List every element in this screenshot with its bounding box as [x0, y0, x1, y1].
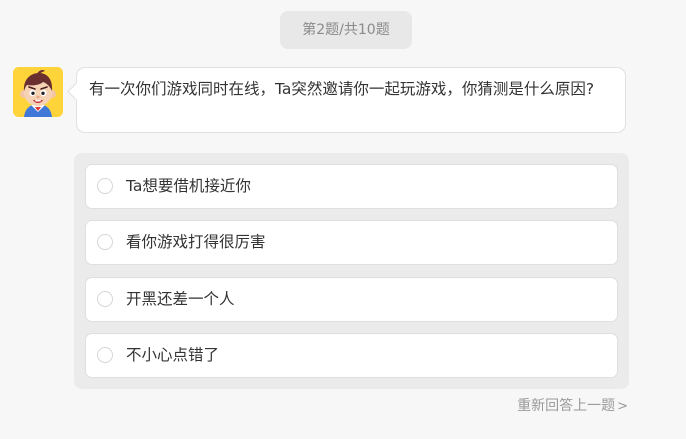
cartoon-boy-avatar-icon: [13, 67, 63, 117]
option-3[interactable]: 开黑还差一个人: [85, 277, 618, 322]
option-label: 不小心点错了: [126, 346, 220, 364]
question-progress-badge: 第2题/共10题: [280, 11, 412, 49]
options-panel: Ta想要借机接近你 看你游戏打得很厉害 开黑还差一个人 不小心点错了: [74, 153, 629, 389]
option-1[interactable]: Ta想要借机接近你: [85, 164, 618, 209]
question-text: 有一次你们游戏同时在线，Ta突然邀请你一起玩游戏，你猜测是什么原因?: [89, 80, 595, 98]
radio-circle-icon[interactable]: [97, 347, 113, 363]
radio-circle-icon[interactable]: [97, 234, 113, 250]
radio-circle-icon[interactable]: [97, 291, 113, 307]
redo-previous-question-link[interactable]: 重新回答上一题 >: [517, 397, 628, 416]
option-label: 开黑还差一个人: [126, 290, 235, 308]
option-label: 看你游戏打得很厉害: [126, 233, 266, 251]
question-progress-text: 第2题/共10题: [302, 22, 390, 38]
chevron-right-icon: >: [617, 399, 628, 414]
question-bubble: 有一次你们游戏同时在线，Ta突然邀请你一起玩游戏，你猜测是什么原因?: [76, 67, 626, 133]
avatar: [13, 67, 63, 117]
option-label: Ta想要借机接近你: [126, 177, 251, 195]
option-4[interactable]: 不小心点错了: [85, 333, 618, 378]
radio-circle-icon[interactable]: [97, 178, 113, 194]
option-2[interactable]: 看你游戏打得很厉害: [85, 220, 618, 265]
quiz-page: 第2题/共10题 有一次你们游戏同时在线，Ta突然邀请你一起玩游戏，你猜测是什么…: [0, 0, 686, 439]
redo-previous-label: 重新回答上一题: [517, 398, 616, 414]
